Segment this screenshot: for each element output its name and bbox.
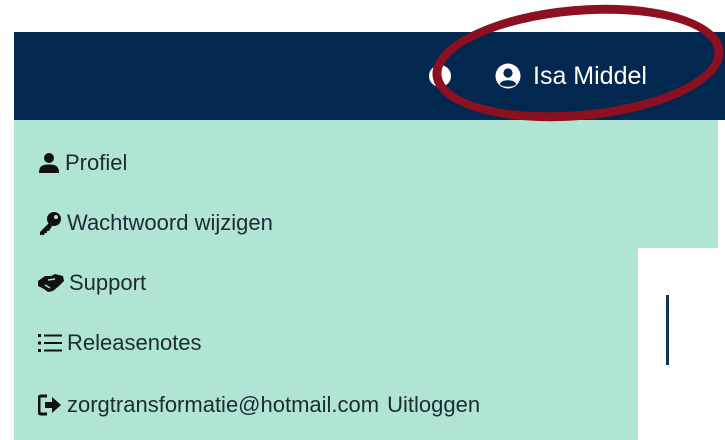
handshake-icon xyxy=(38,273,64,293)
key-icon xyxy=(38,211,62,235)
user-dropdown-menu: Profiel Wachtwoord wijzigen Support Rele… xyxy=(14,120,718,440)
logout-button[interactable]: zorgtransformatie@hotmail.com Uitloggen xyxy=(38,388,480,422)
logout-email: zorgtransformatie@hotmail.com xyxy=(67,392,380,417)
menu-item-releasenotes[interactable]: Releasenotes xyxy=(38,326,202,360)
help-icon[interactable] xyxy=(429,65,451,87)
menu-item-wachtwoord-wijzigen[interactable]: Wachtwoord wijzigen xyxy=(38,206,273,240)
logout-label: Uitloggen xyxy=(387,392,481,417)
dropdown-top-extension xyxy=(638,120,718,248)
menu-item-label: Releasenotes xyxy=(67,330,202,355)
menu-item-label: Profiel xyxy=(65,150,128,175)
menu-item-label: Wachtwoord wijzigen xyxy=(67,210,273,235)
top-navbar: Isa Middel xyxy=(14,32,725,120)
scrollbar-edge xyxy=(666,295,669,365)
menu-item-support[interactable]: Support xyxy=(38,266,146,300)
list-icon xyxy=(38,333,62,353)
user-icon xyxy=(38,152,60,174)
menu-item-profiel[interactable]: Profiel xyxy=(38,146,127,180)
menu-item-label: Support xyxy=(69,270,147,295)
user-menu-toggle[interactable]: Isa Middel xyxy=(495,60,647,92)
user-name: Isa Middel xyxy=(533,61,647,90)
sign-out-icon xyxy=(38,394,62,416)
user-circle-icon xyxy=(495,63,521,89)
